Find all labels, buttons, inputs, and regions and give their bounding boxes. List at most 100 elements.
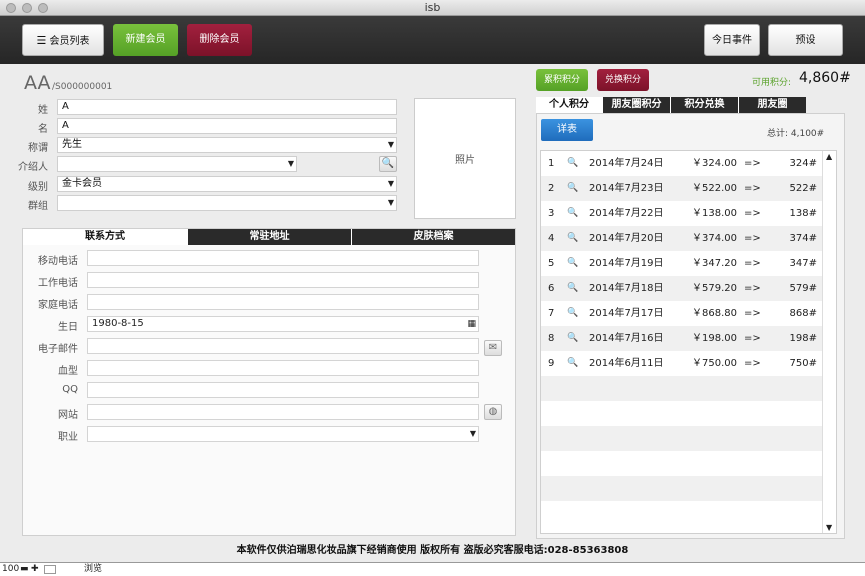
zoom-in-icon[interactable]: ✚ [31,563,39,576]
table-row[interactable]: 🔍 2 2014年7月23日 ￥522.00 => 522# [541,176,823,201]
row-amount: ￥138.00 [692,208,737,219]
send-email-button[interactable]: ✉ [484,340,502,356]
zoom-out-icon[interactable]: ▬ [20,563,29,576]
close-window-button[interactable] [6,3,16,13]
tab-friend-points[interactable]: 朋友圈积分 [602,97,670,113]
tab-points-exchange[interactable]: 积分兑换 [670,97,738,113]
scroll-up-icon[interactable]: ▲ [826,152,832,161]
level-select[interactable]: 金卡会员 ▼ [57,176,397,192]
tab-address[interactable]: 常驻地址 [187,229,351,245]
photo-label: 照片 [455,155,475,166]
zoom-window-button[interactable] [38,3,48,13]
zoom-level: 100 [2,564,20,574]
work-phone-field[interactable] [87,272,479,288]
row-arrow: => [744,158,761,169]
detail-table-button[interactable]: 详表 [541,119,593,141]
home-phone-field[interactable] [87,294,479,310]
table-row[interactable]: 🔍 9 2014年6月11日 ￥750.00 => 750# [541,351,823,376]
table-row[interactable]: 🔍 8 2014年7月16日 ￥198.00 => 198# [541,326,823,351]
blood-type-field[interactable] [87,360,479,376]
job-label: 职业 [58,432,78,443]
surname-field[interactable]: A [57,99,397,115]
table-row[interactable]: 🔍 5 2014年7月19日 ￥347.20 => 347# [541,251,823,276]
search-icon[interactable]: 🔍 [567,151,578,176]
redeem-points-button[interactable]: 兑换积分 [597,69,649,91]
table-row [541,426,823,451]
photo-box[interactable]: 照片 [414,98,516,219]
contact-panel: 联系方式 常驻地址 皮肤档案 移动电话 工作电话 家庭电话 生日 1980-8-… [22,228,516,536]
qq-label: QQ [62,384,78,395]
row-amount: ￥374.00 [692,233,737,244]
chevron-down-icon: ▼ [387,140,394,149]
status-bar: 100 ▬ ✚ 浏览 [0,562,865,576]
minimize-window-button[interactable] [22,3,32,13]
today-events-button[interactable]: 今日事件 [704,24,760,56]
calendar-icon[interactable]: ▦ [467,317,476,331]
table-row[interactable]: 🔍 7 2014年7月17日 ￥868.80 => 868# [541,301,823,326]
search-icon[interactable]: 🔍 [567,251,578,276]
list-icon: ☰ [36,34,47,47]
row-date: 2014年7月16日 [589,333,664,344]
row-points: 522# [789,183,817,194]
website-field[interactable] [87,404,479,420]
table-row[interactable]: 🔍 4 2014年7月20日 ￥374.00 => 374# [541,226,823,251]
row-points: 750# [789,358,817,369]
row-date: 2014年7月19日 [589,258,664,269]
available-points-value: 4,860# [799,70,851,86]
title-select[interactable]: 先生 ▼ [57,137,397,153]
window-title: isb [424,1,441,14]
search-icon[interactable]: 🔍 [567,326,578,351]
row-date: 2014年7月22日 [589,208,664,219]
row-date: 2014年7月23日 [589,183,664,194]
row-date: 2014年6月11日 [589,358,664,369]
member-initials: AA [24,72,51,94]
search-icon[interactable]: 🔍 [567,226,578,251]
row-amount: ￥347.20 [692,258,737,269]
presets-button[interactable]: 预设 [768,24,843,56]
referrer-select[interactable]: ▼ [57,156,297,172]
job-select[interactable]: ▼ [87,426,479,442]
group-select[interactable]: ▼ [57,195,397,211]
table-row[interactable]: 🔍 3 2014年7月22日 ￥138.00 => 138# [541,201,823,226]
points-tabbar: 个人积分 朋友圈积分 积分兑换 朋友圈 [536,97,806,113]
email-field[interactable] [87,338,479,354]
row-amount: ￥198.00 [692,333,737,344]
search-icon[interactable]: 🔍 [567,301,578,326]
table-row[interactable]: 🔍 1 2014年7月24日 ￥324.00 => 324# [541,151,823,176]
row-number: 2 [548,183,555,194]
delete-member-button[interactable]: 删除会员 [187,24,252,56]
tab-friends[interactable]: 朋友圈 [738,97,806,113]
window-titlebar: isb [0,0,865,16]
member-list-label: 会员列表 [49,36,90,47]
given-name-field[interactable]: A [57,118,397,134]
layout-toggle-icon[interactable] [44,565,56,574]
row-arrow: => [744,358,761,369]
row-date: 2014年7月17日 [589,308,664,319]
website-label: 网站 [58,410,78,421]
birthday-field[interactable]: 1980-8-15 ▦ [87,316,479,332]
given-name-label: 名 [38,124,48,135]
row-arrow: => [744,258,761,269]
tab-personal-points[interactable]: 个人积分 [536,97,602,113]
blood-type-label: 血型 [58,366,78,377]
scrollbar[interactable]: ▲ ▼ [822,151,836,533]
available-points-label: 可用积分: [752,78,792,88]
title-value: 先生 [62,139,82,150]
new-member-button[interactable]: 新建会员 [113,24,178,56]
tab-contact[interactable]: 联系方式 [23,229,187,245]
scroll-down-icon[interactable]: ▼ [826,523,832,532]
search-referrer-button[interactable]: 🔍 [379,156,397,172]
table-row[interactable]: 🔍 6 2014年7月18日 ￥579.20 => 579# [541,276,823,301]
tab-skin-profile[interactable]: 皮肤档案 [351,229,515,245]
search-icon[interactable]: 🔍 [567,176,578,201]
accumulate-points-button[interactable]: 累积积分 [536,69,588,91]
toolbar: ☰ 会员列表 新建会员 删除会员 今日事件 预设 [0,16,865,64]
search-icon[interactable]: 🔍 [567,201,578,226]
row-points: 324# [789,158,817,169]
member-list-button[interactable]: ☰ 会员列表 [22,24,104,56]
qq-field[interactable] [87,382,479,398]
open-website-button[interactable]: ◍ [484,404,502,420]
mobile-field[interactable] [87,250,479,266]
search-icon[interactable]: 🔍 [567,351,578,376]
search-icon[interactable]: 🔍 [567,276,578,301]
